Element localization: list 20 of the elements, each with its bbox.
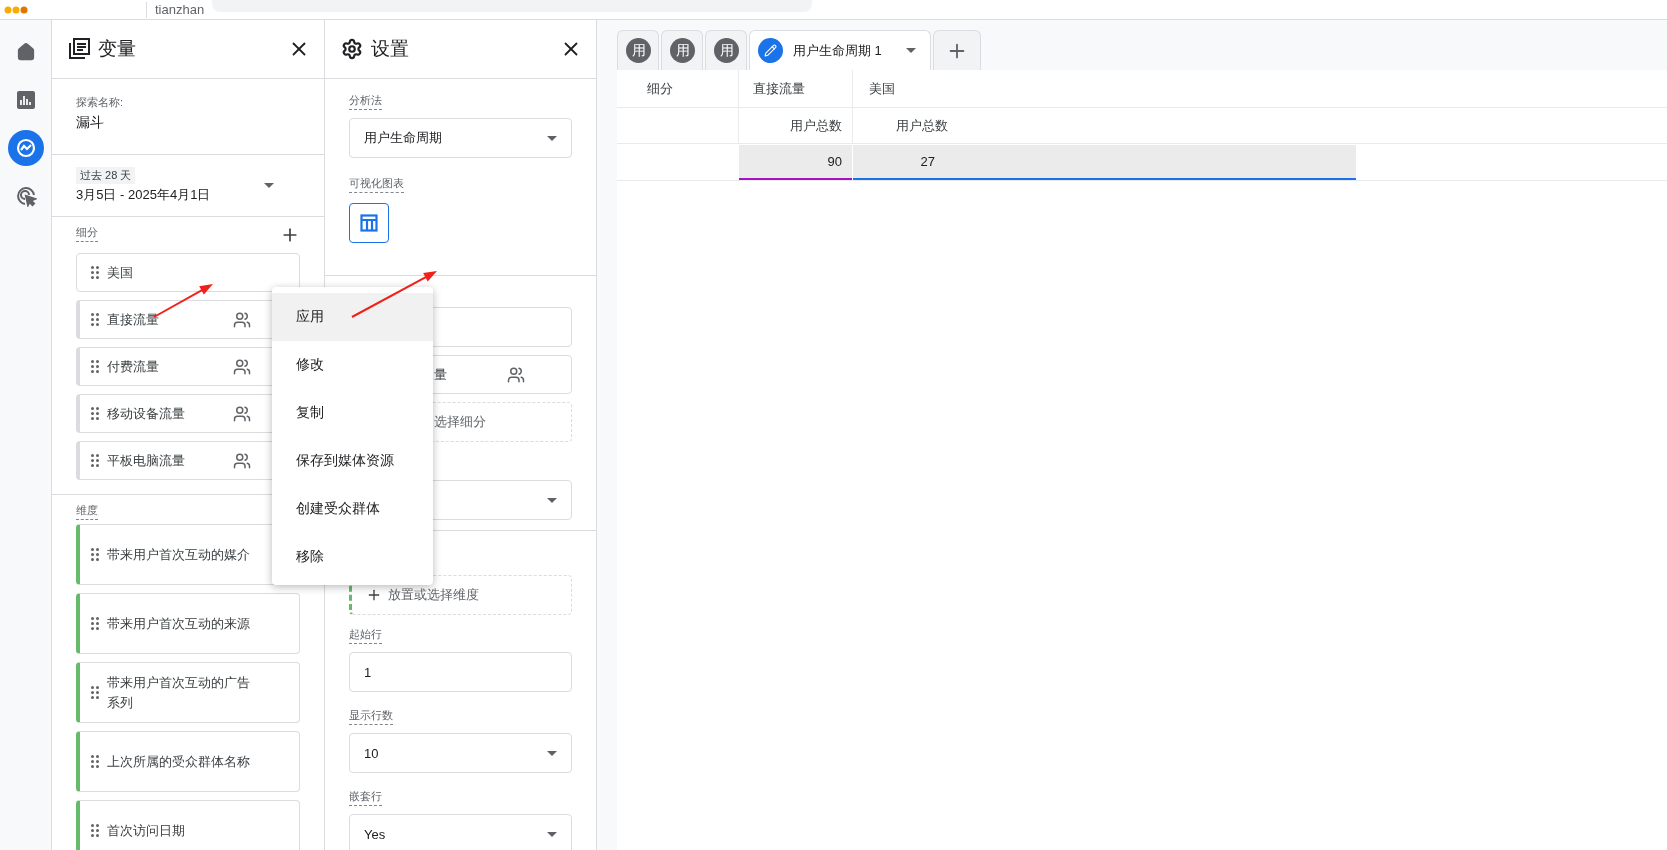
field-label: 可视化图表	[349, 176, 404, 193]
column-header: 直接流量	[738, 70, 852, 107]
exploration-name: 漏斗	[76, 114, 105, 132]
metric-header: 用户总数	[852, 108, 964, 143]
panel-title: 变量	[98, 37, 137, 61]
section-label: 细分	[76, 225, 98, 242]
field-label: 分析法	[349, 93, 382, 110]
site-name: tianzhan	[146, 1, 205, 18]
field-label: 显示行数	[349, 708, 393, 725]
column-header: 美国	[852, 70, 1667, 107]
field-label: 嵌套行	[349, 789, 382, 806]
date-badge: 过去 28 天	[76, 167, 136, 184]
value-cell: 27	[853, 145, 1356, 180]
section-label: 维度	[76, 503, 98, 520]
field-label: 起始行	[349, 627, 382, 644]
metric-header: 用户总数	[738, 108, 852, 143]
panel-title: 设置	[371, 37, 410, 61]
column-header: 细分	[646, 79, 674, 98]
field-label: 探索名称:	[76, 95, 125, 110]
value-cell: 90	[739, 145, 852, 180]
